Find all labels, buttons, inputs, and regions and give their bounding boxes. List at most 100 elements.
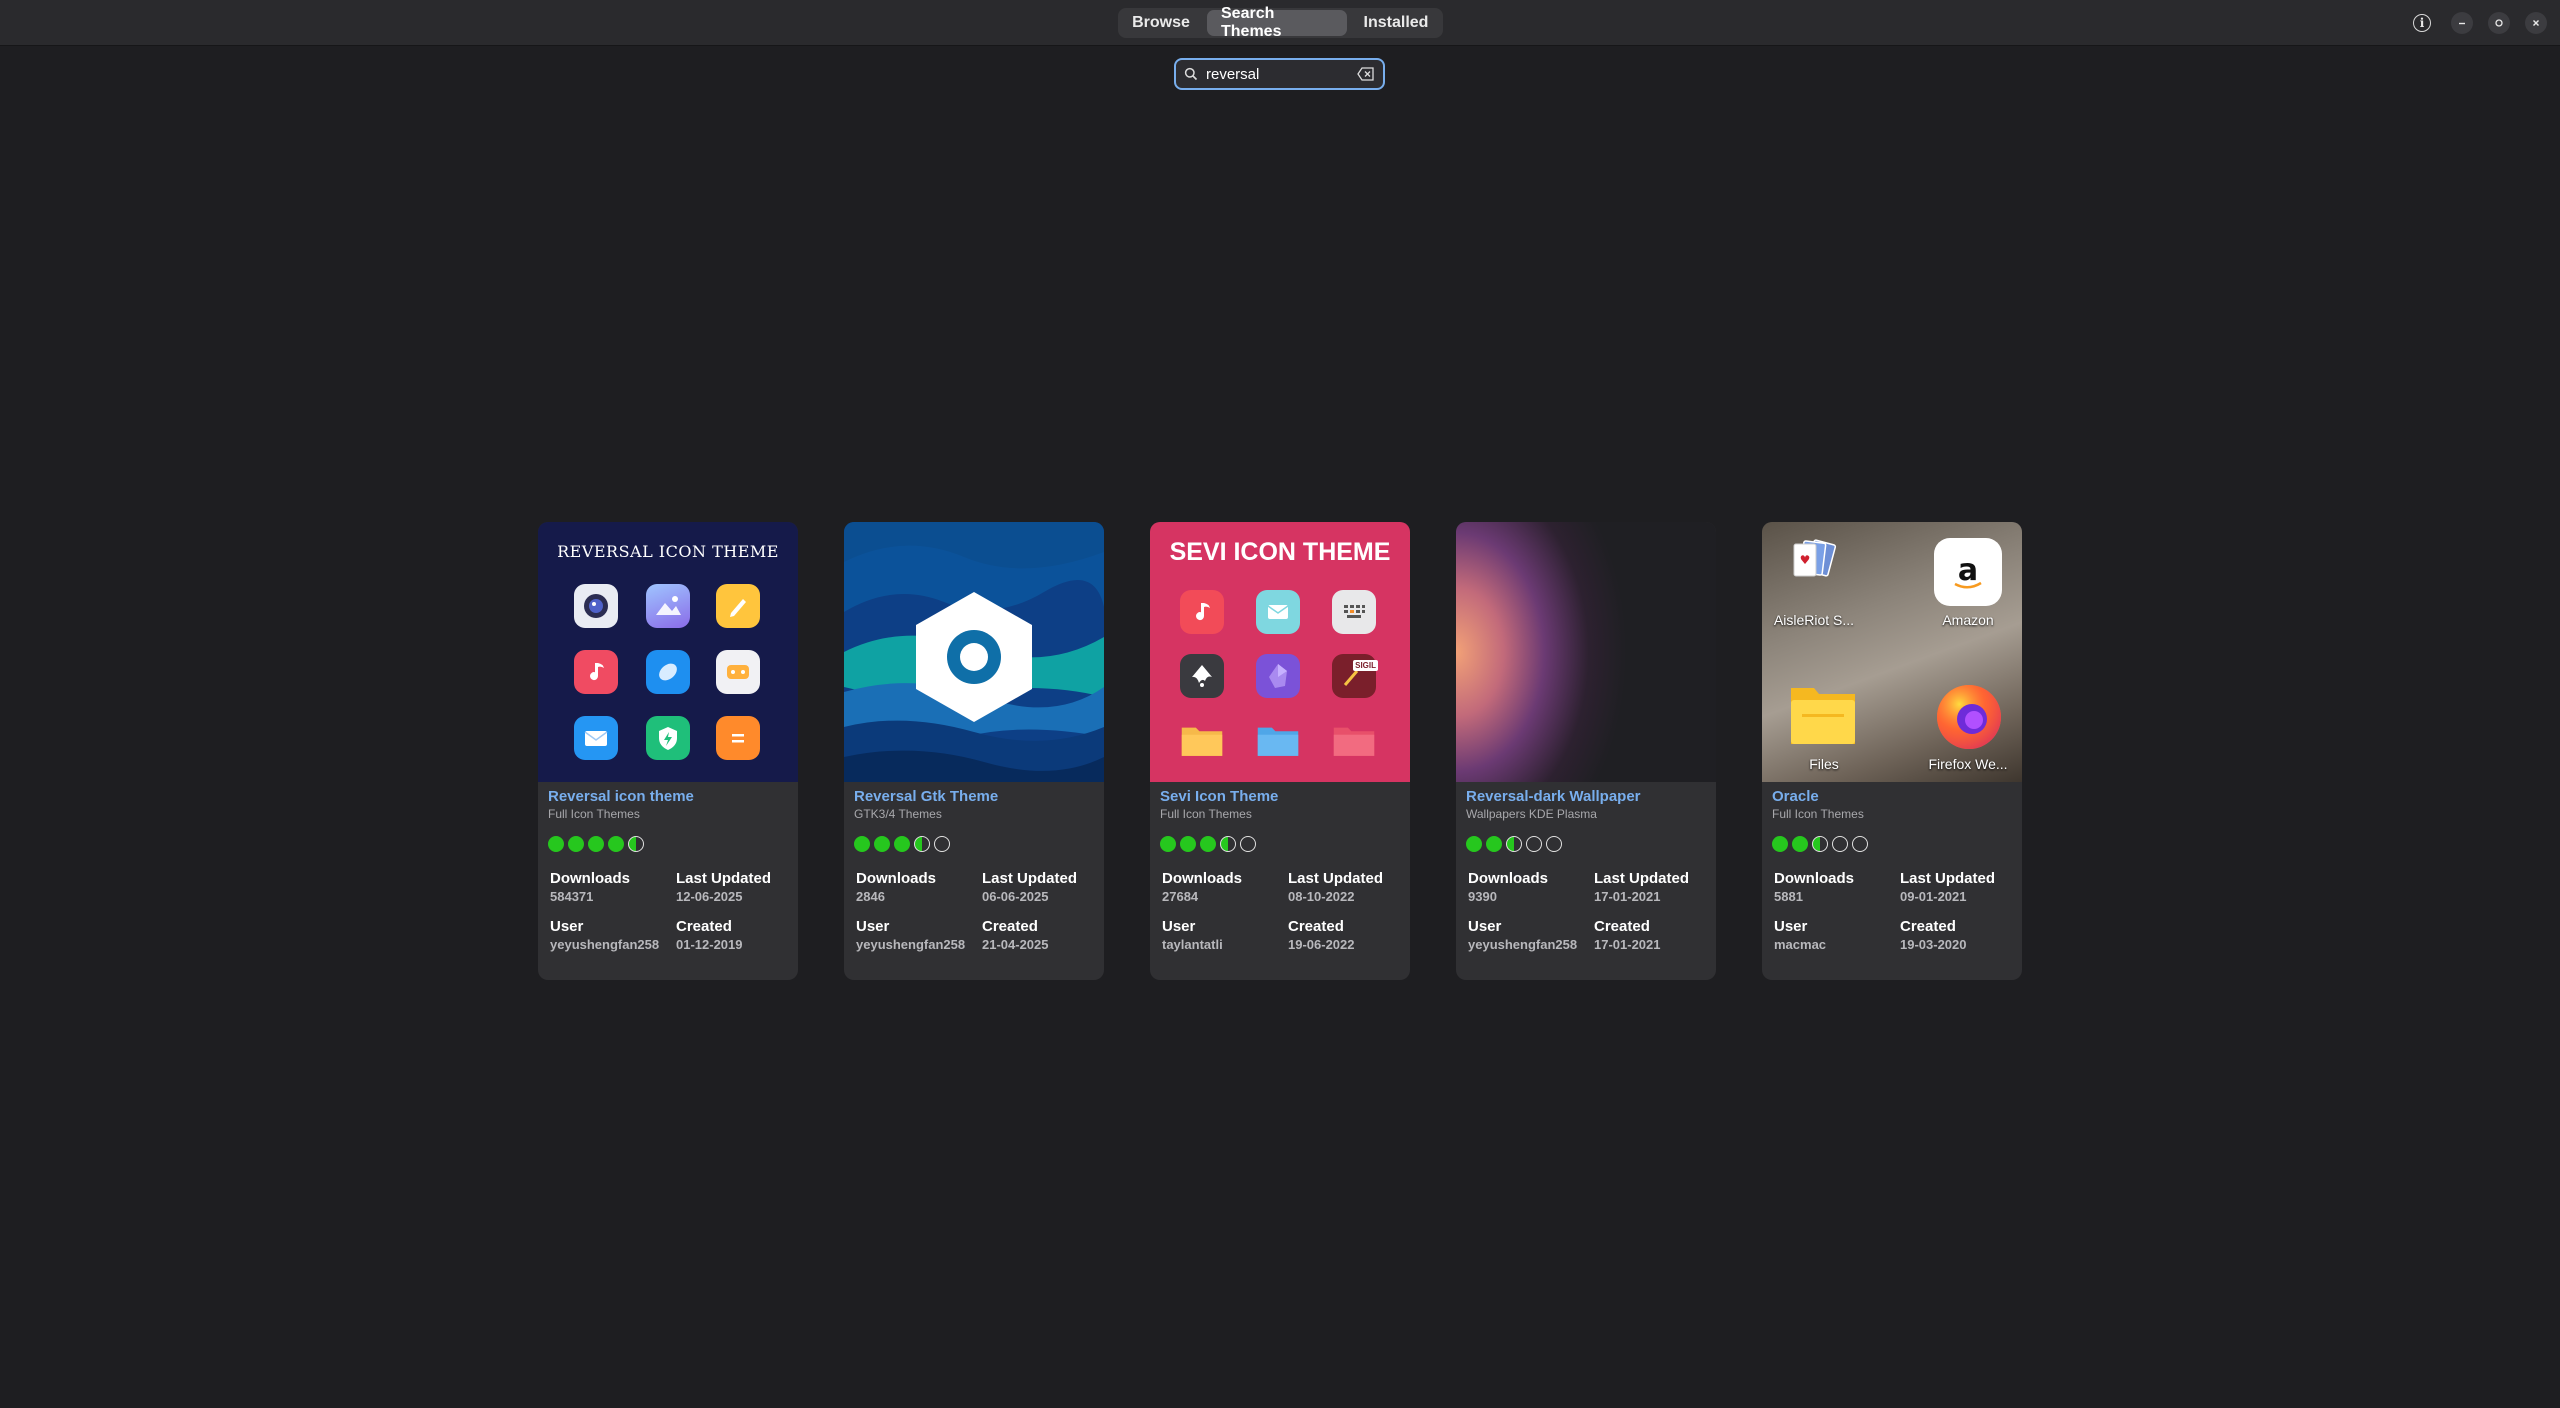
rating-dot xyxy=(914,836,930,852)
downloads-value: 27684 xyxy=(1162,889,1199,904)
theme-category: Full Icon Themes xyxy=(1160,807,1252,821)
info-icon: i xyxy=(2419,16,2425,30)
rating xyxy=(1772,836,2012,852)
theme-category: GTK3/4 Themes xyxy=(854,807,942,821)
obsidian-icon xyxy=(1256,654,1300,698)
minimize-button[interactable] xyxy=(2451,12,2473,34)
rating-dot xyxy=(1486,836,1502,852)
security-icon xyxy=(646,716,690,760)
rating-dot xyxy=(1832,836,1848,852)
rating-dot xyxy=(1852,836,1868,852)
user-label: User xyxy=(856,918,890,935)
search-icon xyxy=(1184,67,1198,81)
clear-text-icon[interactable] xyxy=(1357,67,1375,81)
playing-cards-icon: ♥ xyxy=(1793,539,1837,577)
theme-card[interactable]: ♥ AisleRiot S... a Amazon Files Firefox … xyxy=(1762,522,2022,980)
notes-icon xyxy=(716,584,760,628)
minimize-icon xyxy=(2459,22,2465,25)
created-label: Created xyxy=(1900,918,1956,935)
theme-preview-image xyxy=(1456,522,1716,782)
theme-preview-image: SEVI ICON THEME SIGIL xyxy=(1150,522,1410,782)
downloads-label: Downloads xyxy=(550,870,631,887)
user-label: User xyxy=(1162,918,1196,935)
last-updated-value: 09-01-2021 xyxy=(1900,889,1967,904)
rating-dot xyxy=(894,836,910,852)
last-updated-label: Last Updated xyxy=(1900,870,1996,887)
created-value: 19-06-2022 xyxy=(1288,937,1355,952)
browser-icon xyxy=(646,650,690,694)
rating-dot xyxy=(1466,836,1482,852)
gallery-icon xyxy=(646,584,690,628)
rating-dot xyxy=(1526,836,1542,852)
theme-title[interactable]: Reversal-dark Wallpaper xyxy=(1466,788,1706,806)
search-query: reversal xyxy=(1206,65,1260,83)
theme-title[interactable]: Reversal Gtk Theme xyxy=(854,788,1094,806)
user-label: User xyxy=(550,918,584,935)
rating-dot xyxy=(1220,836,1236,852)
rating-dot xyxy=(548,836,564,852)
last-updated-label: Last Updated xyxy=(1594,870,1690,887)
last-updated-label: Last Updated xyxy=(1288,870,1384,887)
amazon-icon: a xyxy=(1934,538,2002,606)
downloads-value: 9390 xyxy=(1468,889,1497,904)
theme-preview-image: ♥ AisleRiot S... a Amazon Files Firefox … xyxy=(1762,522,2022,782)
close-button[interactable] xyxy=(2525,12,2547,34)
rating-dot xyxy=(1772,836,1788,852)
wave-hexagon-artwork xyxy=(844,522,1104,782)
created-label: Created xyxy=(1288,918,1344,935)
theme-title[interactable]: Reversal icon theme xyxy=(548,788,788,806)
about-info-button[interactable]: i xyxy=(2413,14,2431,32)
user-value: yeyushengfan258 xyxy=(1468,937,1578,952)
user-value: yeyushengfan258 xyxy=(550,937,660,952)
sigil-badge: SIGIL xyxy=(1353,660,1378,671)
rating-dot xyxy=(588,836,604,852)
tab-search-themes[interactable]: Search Themes xyxy=(1207,5,1347,40)
created-value: 19-03-2020 xyxy=(1900,937,1967,952)
app-label: AisleRiot S... xyxy=(1773,612,1855,628)
view-switcher: Browse Search Themes Installed xyxy=(1118,5,1443,40)
sigil-icon: SIGIL xyxy=(1332,654,1378,698)
rating-dot xyxy=(1160,836,1176,852)
theme-category: Full Icon Themes xyxy=(1772,807,1864,821)
theme-card[interactable]: SEVI ICON THEME SIGIL Sevi Icon Theme Fu… xyxy=(1150,522,1410,980)
tab-browse[interactable]: Browse xyxy=(1121,10,1201,36)
rating-dot xyxy=(1792,836,1808,852)
tab-installed[interactable]: Installed xyxy=(1353,10,1439,36)
rating xyxy=(548,836,788,852)
created-label: Created xyxy=(676,918,732,935)
downloads-label: Downloads xyxy=(1774,870,1855,887)
theme-card[interactable]: Reversal-dark Wallpaper Wallpapers KDE P… xyxy=(1456,522,1716,980)
firefox-icon xyxy=(1937,685,2001,749)
restore-button[interactable] xyxy=(2488,12,2510,34)
theme-card[interactable]: Reversal Gtk Theme GTK3/4 Themes Downloa… xyxy=(844,522,1104,980)
theme-preview-image: REVERSAL ICON THEME xyxy=(538,522,798,782)
user-value: macmac xyxy=(1774,937,1827,952)
folder-icon xyxy=(1256,718,1300,762)
music-icon xyxy=(574,650,618,694)
rating-dot xyxy=(1812,836,1828,852)
rating-dot xyxy=(1200,836,1216,852)
keyboard-icon xyxy=(1332,590,1376,634)
preview-heading: SEVI ICON THEME xyxy=(1169,538,1391,566)
created-value: 21-04-2025 xyxy=(982,937,1049,952)
theme-preview-image xyxy=(844,522,1104,782)
files-folder-icon xyxy=(1791,688,1855,744)
downloads-value: 5881 xyxy=(1774,889,1803,904)
theme-title[interactable]: Sevi Icon Theme xyxy=(1160,788,1400,806)
theme-card[interactable]: REVERSAL ICON THEME Reversal icon theme … xyxy=(538,522,798,980)
last-updated-value: 06-06-2025 xyxy=(982,889,1049,904)
svg-text:a: a xyxy=(1958,553,1978,588)
folder-icon xyxy=(1332,718,1376,762)
restore-icon xyxy=(2495,19,2503,27)
theme-category: Full Icon Themes xyxy=(548,807,640,821)
created-value: 17-01-2021 xyxy=(1594,937,1661,952)
game-icon xyxy=(716,650,760,694)
folder-icon xyxy=(1180,718,1224,762)
app-label: Amazon xyxy=(1942,612,1994,628)
rating-dot xyxy=(1240,836,1256,852)
search-input[interactable]: reversal xyxy=(1174,58,1385,90)
app-label: Firefox We... xyxy=(1928,756,2008,772)
rating xyxy=(854,836,1094,852)
theme-title[interactable]: Oracle xyxy=(1772,788,2012,806)
user-value: taylantatli xyxy=(1162,937,1223,952)
